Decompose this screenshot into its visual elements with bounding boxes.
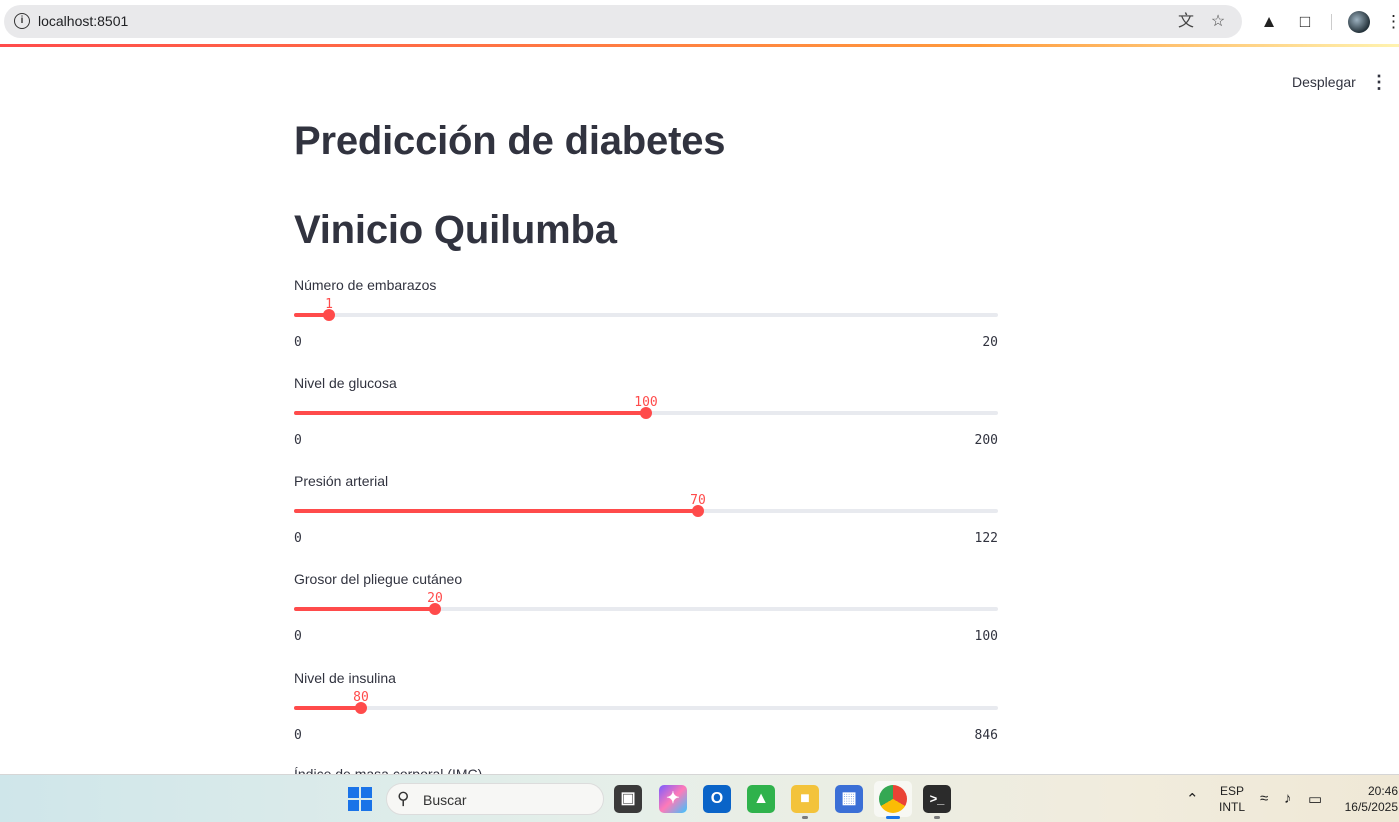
slider-blood-pressure: Presión arterial 70 0 122 <box>294 473 998 553</box>
windows-start-icon[interactable] <box>348 787 372 811</box>
slider-label: Presión arterial <box>294 473 389 489</box>
adobe-icon[interactable]: ▲ <box>1258 11 1280 33</box>
slider-label: Nivel de glucosa <box>294 375 397 391</box>
slider-fill <box>294 411 646 415</box>
slider-label: Nivel de insulina <box>294 670 396 686</box>
wifi-icon[interactable]: ≈ <box>1260 790 1268 807</box>
slider-skin-thickness: Grosor del pliegue cutáneo 20 0 100 <box>294 571 998 651</box>
windows-taskbar: ⚲ Buscar ▣ ✦ O ▲ ■ ▦ >_ ⌃ ESP INTL ≈ ♪ ▭… <box>0 774 1399 822</box>
slider-fill <box>294 509 698 513</box>
slider-track[interactable] <box>294 505 998 517</box>
language-indicator-line2[interactable]: INTL <box>1216 800 1248 814</box>
address-bar[interactable]: i localhost:8501 文 ☆ <box>4 5 1242 38</box>
slider-min: 0 <box>294 433 302 448</box>
clock-time[interactable]: 20:46 <box>1352 784 1398 798</box>
slider-min: 0 <box>294 531 302 546</box>
slider-label: Grosor del pliegue cutáneo <box>294 571 463 587</box>
browser-toolbar: i localhost:8501 文 ☆ ▲ □ ⋮ <box>0 0 1399 44</box>
slider-track[interactable] <box>294 309 998 321</box>
app-icon[interactable]: ▲ <box>747 785 775 813</box>
slider-track[interactable] <box>294 407 998 419</box>
slider-thumb[interactable] <box>640 407 652 419</box>
slider-min: 0 <box>294 629 302 644</box>
remote-app-icon[interactable]: ▦ <box>835 785 863 813</box>
task-view-icon[interactable]: ▣ <box>614 785 642 813</box>
slider-insulin: Nivel de insulina 80 0 846 <box>294 670 998 750</box>
slider-fill <box>294 706 361 710</box>
url-text[interactable]: localhost:8501 <box>38 13 128 29</box>
slider-label-bmi: Índice de masa corporal (IMC) <box>294 766 483 774</box>
taskbar-search[interactable]: ⚲ Buscar <box>386 783 604 815</box>
avatar[interactable] <box>1348 11 1370 33</box>
slider-thumb[interactable] <box>692 505 704 517</box>
slider-min: 0 <box>294 728 302 743</box>
deploy-button[interactable]: Desplegar <box>1292 74 1356 90</box>
page-subtitle: Vinicio Quilumba <box>294 208 617 252</box>
outlook-icon[interactable]: O <box>703 785 731 813</box>
slider-label: Número de embarazos <box>294 277 437 293</box>
active-indicator <box>886 816 900 819</box>
toolbar-divider <box>1331 14 1332 30</box>
copilot-icon[interactable]: ✦ <box>659 785 687 813</box>
battery-icon[interactable]: ▭ <box>1308 790 1322 808</box>
chevron-up-icon[interactable]: ⌃ <box>1186 790 1199 808</box>
slider-max: 200 <box>974 433 998 448</box>
slider-track[interactable] <box>294 603 998 615</box>
slider-max: 122 <box>974 531 998 546</box>
running-indicator <box>802 816 808 819</box>
puzzle-extensions-icon[interactable]: □ <box>1294 11 1316 33</box>
running-indicator <box>934 816 940 819</box>
slider-max: 100 <box>974 629 998 644</box>
kebab-menu-icon[interactable]: ⋮ <box>1370 73 1388 91</box>
search-placeholder: Buscar <box>423 792 467 808</box>
info-icon[interactable]: i <box>14 13 30 29</box>
slider-thumb[interactable] <box>323 309 335 321</box>
search-icon: ⚲ <box>397 789 410 808</box>
star-icon[interactable]: ☆ <box>1208 12 1228 32</box>
slider-glucose: Nivel de glucosa 100 0 200 <box>294 375 998 455</box>
terminal-icon[interactable]: >_ <box>923 785 951 813</box>
kebab-menu-icon[interactable]: ⋮ <box>1385 11 1399 33</box>
slider-max: 846 <box>974 728 998 743</box>
slider-max: 20 <box>982 335 998 350</box>
clock-date[interactable]: 16/5/2025 <box>1336 800 1398 814</box>
page-title: Predicción de diabetes <box>294 119 726 163</box>
slider-thumb[interactable] <box>429 603 441 615</box>
file-explorer-icon[interactable]: ■ <box>791 785 819 813</box>
volume-muted-icon[interactable]: ♪ <box>1284 790 1292 807</box>
translate-icon[interactable]: 文 <box>1176 12 1196 32</box>
slider-thumb[interactable] <box>355 702 367 714</box>
slider-track[interactable] <box>294 702 998 714</box>
slider-pregnancies: Número de embarazos 1 0 20 <box>294 277 998 357</box>
app-page: Desplegar ⋮ Predicción de diabetes Vinic… <box>0 47 1399 774</box>
slider-fill <box>294 607 435 611</box>
language-indicator-line1[interactable]: ESP <box>1218 784 1246 798</box>
slider-min: 0 <box>294 335 302 350</box>
chrome-icon[interactable] <box>879 785 907 813</box>
